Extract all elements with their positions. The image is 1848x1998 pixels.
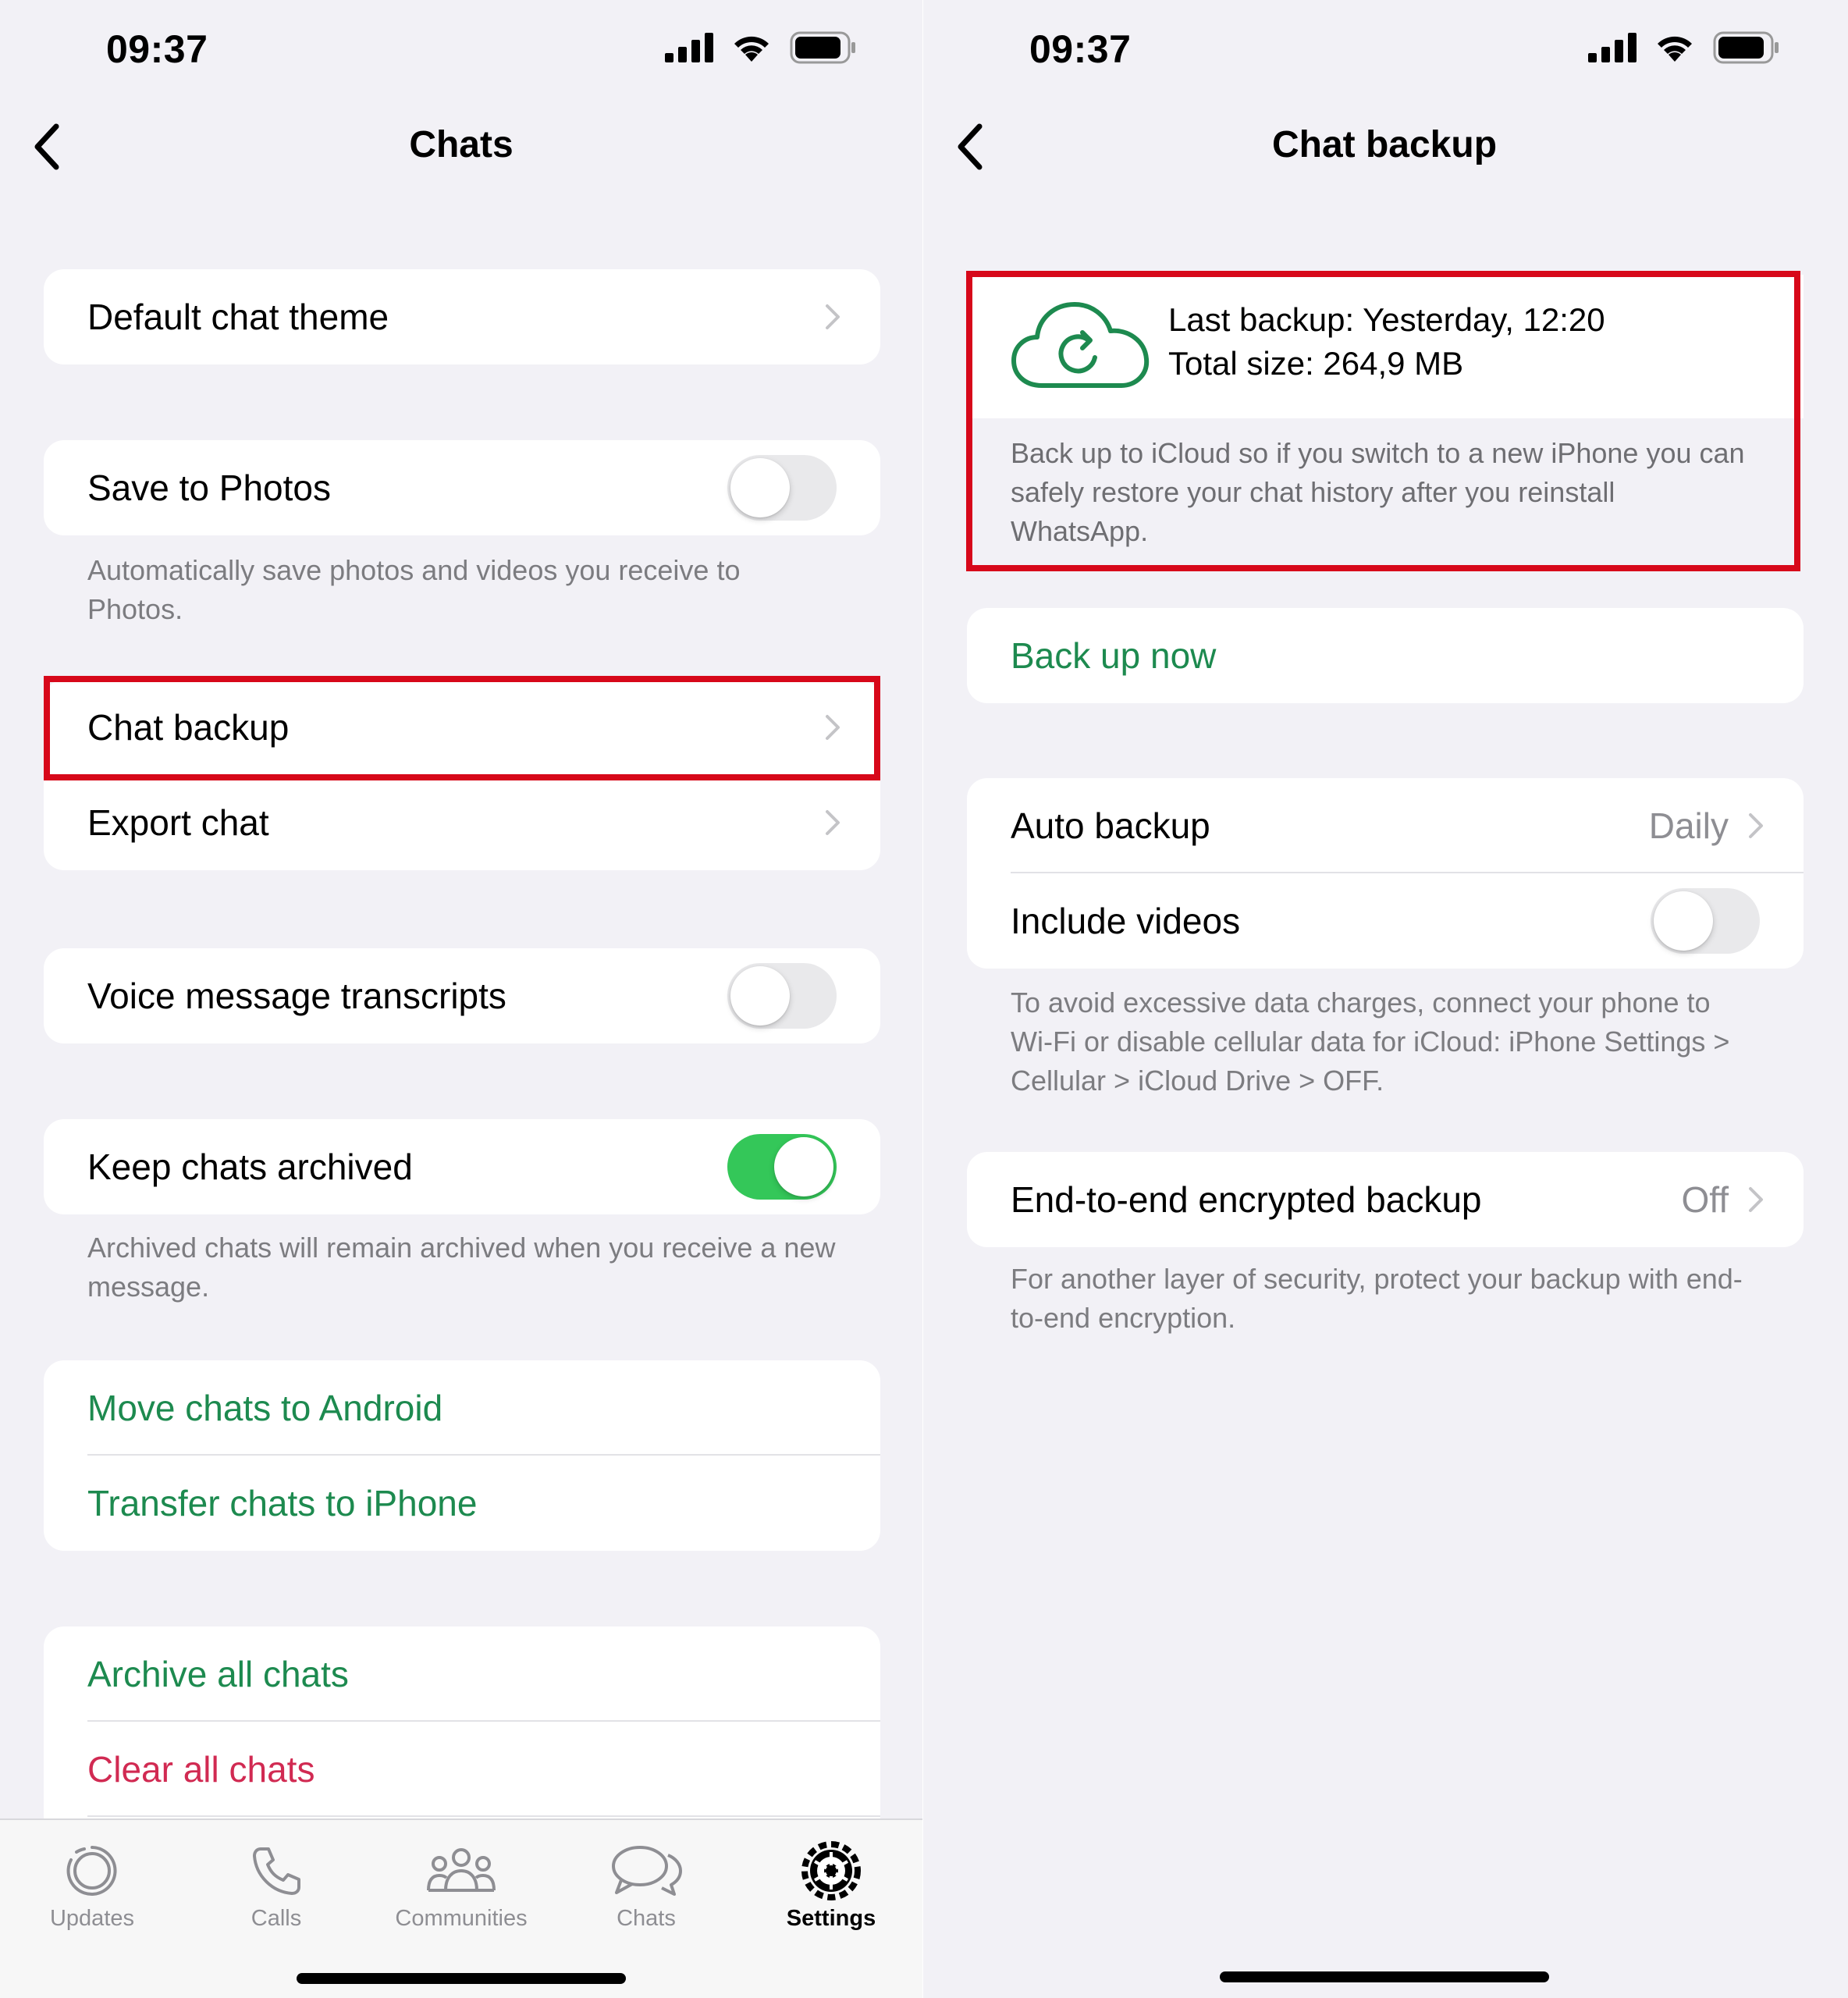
row-label: Export chat <box>87 802 269 843</box>
transfer-chats-iphone-row[interactable]: Transfer chats to iPhone <box>44 1456 880 1551</box>
row-label: Move chats to Android <box>87 1388 443 1428</box>
tab-label: Updates <box>49 1906 134 1931</box>
move-chats-android-row[interactable]: Move chats to Android <box>44 1360 880 1456</box>
back-up-now-card: Back up now <box>967 608 1804 703</box>
home-indicator <box>297 1973 626 1984</box>
chat-backup-highlight <box>44 676 880 780</box>
keep-chats-archived-row: Keep chats archived <box>44 1119 880 1214</box>
e2e-backup-value: Off <box>1681 1179 1729 1220</box>
chevron-right-icon <box>826 304 840 329</box>
row-label: Default chat theme <box>87 297 389 337</box>
save-to-photos-toggle[interactable] <box>727 455 837 521</box>
tab-label: Chats <box>617 1906 676 1931</box>
auto-backup-card: Auto backup Daily Include videos <box>967 778 1804 969</box>
status-time: 09:37 <box>106 27 208 71</box>
archive-clear-card: Archive all chats Clear all chats <box>44 1626 880 1818</box>
archive-card: Keep chats archived <box>44 1119 880 1214</box>
voice-transcripts-row: Voice message transcripts <box>44 948 880 1043</box>
settings-gear-icon <box>801 1841 861 1900</box>
signal-icon <box>1588 33 1637 62</box>
signal-icon <box>665 33 713 62</box>
chevron-right-icon <box>1749 1187 1763 1212</box>
tab-chats[interactable]: Chats <box>568 1836 724 1932</box>
toggle-knob <box>1654 891 1713 951</box>
battery-icon <box>1713 31 1779 64</box>
screens-container: 09:37 Chats Default chat theme Save to P… <box>0 0 1848 1998</box>
tab-communities[interactable]: Communities <box>383 1836 539 1932</box>
wifi-icon <box>734 36 769 62</box>
default-chat-theme-row[interactable]: Default chat theme <box>44 269 880 364</box>
phone-icon <box>253 1847 300 1895</box>
row-label: Voice message transcripts <box>87 976 506 1016</box>
page-title: Chats <box>409 124 514 165</box>
save-photos-footnote: Automatically save photos and videos you… <box>87 554 741 625</box>
battery-icon <box>790 31 855 64</box>
include-videos-row: Include videos <box>967 873 1804 969</box>
toggle-knob <box>730 458 790 517</box>
row-label: Keep chats archived <box>87 1147 413 1187</box>
auto-backup-value: Daily <box>1648 805 1729 846</box>
tab-label: Calls <box>251 1906 302 1931</box>
keep-archived-footnote: Archived chats will remain archived when… <box>87 1232 836 1303</box>
voice-card: Voice message transcripts <box>44 948 880 1043</box>
status-icons <box>665 31 857 64</box>
tab-updates[interactable]: Updates <box>14 1836 170 1932</box>
row-label: Auto backup <box>1011 805 1210 846</box>
communities-icon <box>427 1848 496 1892</box>
theme-card: Default chat theme <box>44 269 880 364</box>
save-photos-card: Save to Photos <box>44 440 880 535</box>
toggle-knob <box>774 1137 833 1196</box>
row-label: Save to Photos <box>87 468 331 508</box>
chat-bubbles-icon <box>612 1846 682 1896</box>
status-icons <box>1588 31 1780 64</box>
chevron-right-icon <box>826 810 840 835</box>
e2e-footnote: For another layer of security, protect y… <box>1011 1263 1743 1334</box>
page-title: Chat backup <box>1271 124 1498 165</box>
chevron-right-icon <box>1749 813 1763 838</box>
e2e-backup-card: End-to-end encrypted backup Off <box>967 1152 1804 1247</box>
chat-backup-screen: 09:37 Chat backup Last backup: Yesterday… <box>923 0 1846 1998</box>
tab-label: Communities <box>395 1906 528 1931</box>
tab-calls[interactable]: Calls <box>198 1836 354 1932</box>
include-videos-toggle[interactable] <box>1651 888 1760 954</box>
tab-label: Settings <box>786 1906 876 1931</box>
row-label: Include videos <box>1011 901 1241 941</box>
backup-info-highlight <box>966 271 1800 571</box>
chats-settings-screen: 09:37 Chats Default chat theme Save to P… <box>0 0 922 1998</box>
separator <box>87 1815 880 1817</box>
toggle-knob <box>730 966 790 1026</box>
export-chat-row[interactable]: Export chat <box>44 775 880 870</box>
tab-settings[interactable]: Settings <box>753 1836 909 1932</box>
back-up-now-button[interactable]: Back up now <box>967 608 1804 703</box>
data-charges-footnote: To avoid excessive data charges, connect… <box>1011 987 1730 1097</box>
row-label: Clear all chats <box>87 1749 315 1790</box>
tab-bar: Updates Calls Communities Chats Settings <box>0 1818 922 1998</box>
row-label: Archive all chats <box>87 1654 349 1694</box>
clear-all-chats-row[interactable]: Clear all chats <box>44 1722 880 1817</box>
keep-chats-archived-toggle[interactable] <box>727 1134 837 1200</box>
status-time: 09:37 <box>1029 27 1132 71</box>
voice-transcripts-toggle[interactable] <box>727 963 837 1029</box>
home-indicator <box>1220 1971 1549 1982</box>
auto-backup-row[interactable]: Auto backup Daily <box>967 778 1804 873</box>
updates-icon <box>66 1846 117 1896</box>
row-label: End-to-end encrypted backup <box>1011 1179 1482 1220</box>
e2e-backup-row[interactable]: End-to-end encrypted backup Off <box>967 1152 1804 1247</box>
wifi-icon <box>1658 36 1692 62</box>
save-to-photos-row: Save to Photos <box>44 440 880 535</box>
row-label: Back up now <box>1011 635 1217 676</box>
row-label: Transfer chats to iPhone <box>87 1483 478 1523</box>
transfer-card: Move chats to Android Transfer chats to … <box>44 1360 880 1551</box>
archive-all-chats-row[interactable]: Archive all chats <box>44 1626 880 1722</box>
